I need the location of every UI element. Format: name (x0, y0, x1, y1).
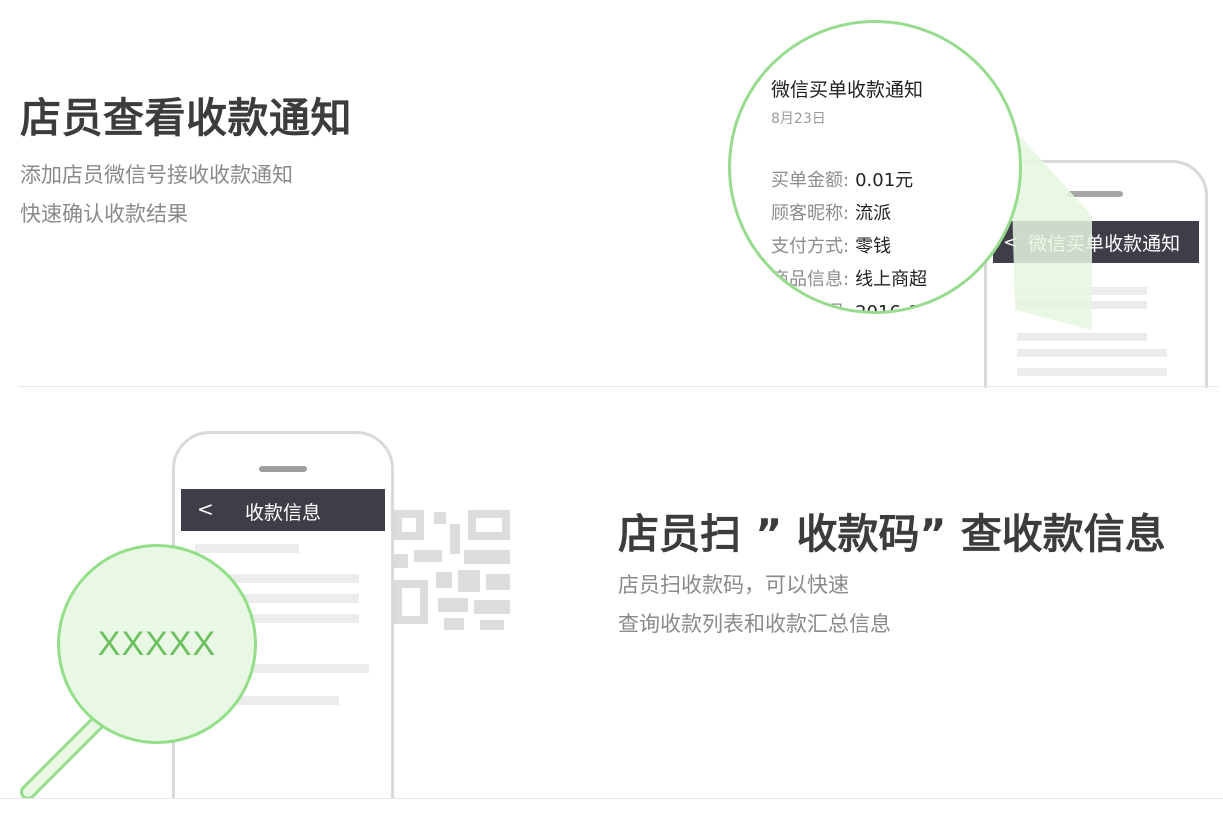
notification-title: 微信买单收款通知 (771, 79, 924, 101)
section-title: 店员扫 ” 收款码” 查收款信息 (618, 510, 1166, 558)
notification-rows: 买单金额: 0.01元 顾客昵称: 流派 支付方式: 零钱 商品信息: 线上商超 交易时… (771, 166, 1019, 311)
section-description: 店员扫收款码，可以快速 查询收款列表和收款汇总信息 (618, 566, 891, 644)
payment-code: XXXXX (97, 624, 217, 663)
description-line: 查询收款列表和收款汇总信息 (618, 612, 891, 636)
section-staff-notification: 店员查看收款通知 添加店员微信号接收收款通知 快速确认收款结果 < 微信买单收款… (0, 0, 1223, 388)
notification-row: 买单金额: 0.01元 (771, 170, 914, 191)
notification-row: 支付方式: 零钱 (771, 236, 892, 257)
section-divider (18, 386, 1218, 387)
code-magnifier: XXXXX (57, 544, 257, 744)
notification-row: 顾客昵称: 流派 (771, 203, 892, 224)
notification-magnifier: 微信买单收款通知 8月23日 买单金额: 0.01元 顾客昵称: 流派 支付方式: 零… (728, 20, 1022, 314)
description-line: 店员扫收款码，可以快速 (618, 573, 849, 597)
notification-row: 商品信息: 线上商超 (771, 269, 928, 290)
section-scan-payment-code: < 收款信息 XXXXX 店员扫 ” 收款码” 查收款信息 店员扫收款码，可以快… (0, 388, 1223, 798)
notification-date: 8月23日 (771, 111, 826, 127)
section-divider (0, 798, 1223, 799)
magnifier-cone (1010, 125, 1092, 330)
